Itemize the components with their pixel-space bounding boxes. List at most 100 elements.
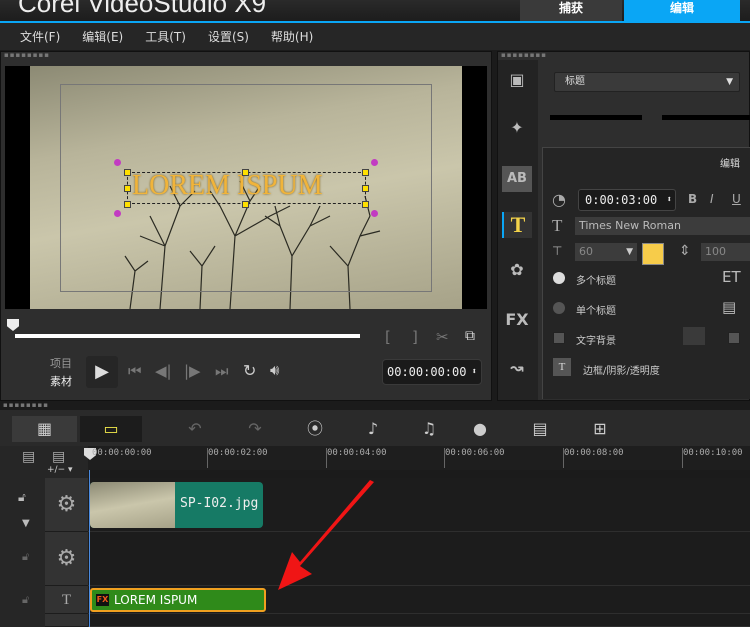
resize-handle[interactable] [124,185,131,192]
menu-settings[interactable]: 设置(S) [208,28,249,45]
title-clip[interactable]: FX LOREM ISPUM [90,588,266,612]
preview-title-text[interactable]: LOREM ISPUM [132,170,323,202]
mark-out-icon[interactable]: ] [412,328,418,346]
resize-handle[interactable] [242,169,249,176]
resize-handle[interactable] [124,201,131,208]
timeline-ruler[interactable] [88,446,750,470]
resize-handle[interactable] [362,169,369,176]
text-direction-icon[interactable]: ET [722,268,741,286]
duration-field[interactable]: 0:00:03:00 ⬍ [578,189,676,211]
underline-button[interactable]: U [732,192,741,206]
timeline-view-icon[interactable]: ▭ [80,416,142,442]
redo-icon[interactable]: ↷ [240,416,270,442]
resize-handle[interactable] [124,169,131,176]
home-icon[interactable]: ⏮ [128,362,142,380]
ruler-tick [563,448,564,468]
divider [550,115,642,120]
align-icon[interactable]: ▤ [722,298,736,316]
chevron-down-icon: ▼ [726,77,733,87]
collapse-icon[interactable]: ▼ [22,518,30,529]
graphic-icon[interactable]: ✿ [502,260,532,286]
scrubber-bar[interactable] [15,334,360,338]
font-size-select[interactable]: 60 ▼ [575,243,637,261]
add-chapter-icon[interactable]: ▤ [52,449,65,465]
ruler-tick [682,448,683,468]
menu-bar: 文件(F) 编辑(E) 工具(T) 设置(S) 帮助(H) [0,23,750,50]
lock-icon[interactable]: 🔓︎ [18,490,26,505]
menu-file[interactable]: 文件(F) [20,28,60,45]
timecode-field[interactable]: 00:00:00:00 ⬍ [382,359,482,385]
ruler-label: 00:00:08:00 [564,448,624,458]
option-checkbox[interactable] [728,332,740,344]
lock-icon[interactable]: 🔓︎ [22,550,29,564]
repeat-icon[interactable]: ↻ [243,361,256,380]
volume-icon[interactable]: 🔊︎ [270,361,279,379]
multi-title-radio[interactable] [553,272,565,284]
auto-music-icon[interactable]: ♫ [414,416,444,442]
rotate-handle[interactable] [371,159,378,166]
font-color-swatch[interactable] [642,243,664,265]
menu-tools[interactable]: 工具(T) [145,28,186,45]
mode-clip[interactable]: 素材 [50,373,72,389]
storyboard-view-icon[interactable]: ▦ [12,416,77,442]
subtitle-editor-icon[interactable]: ▤ [525,416,555,442]
single-title-radio[interactable] [553,302,565,314]
resize-handle[interactable] [242,201,249,208]
add-remove-track[interactable]: +/− ▾ [47,465,73,475]
mode-project[interactable]: 项目 [50,355,72,371]
resize-handle[interactable] [362,185,369,192]
scissors-icon[interactable]: ✂ [436,328,449,346]
menu-edit[interactable]: 编辑(E) [82,28,123,45]
spinner-icon[interactable]: ⬍ [667,190,672,210]
tab-capture[interactable]: 捕获 [520,0,622,21]
path-icon[interactable]: ↝ [502,358,532,384]
resize-handle[interactable] [362,201,369,208]
background-options-icon[interactable] [683,327,705,345]
title-icon[interactable]: T [502,212,532,238]
undo-icon[interactable]: ↶ [180,416,210,442]
sound-mixer-icon[interactable]: ♪ [358,416,388,442]
text-background-checkbox[interactable] [553,332,565,344]
end-icon[interactable]: ⏭ [215,362,229,380]
multi-camera-icon[interactable]: ⊞ [585,416,615,442]
spinner-icon[interactable]: ⬍ [472,360,477,384]
line-spacing-select[interactable]: 100 [701,243,750,261]
rotate-handle[interactable] [114,210,121,217]
voice-track[interactable] [88,614,750,627]
panel-grip[interactable]: ▪▪▪▪▪▪▪▪ [1,52,491,60]
previous-frame-icon[interactable]: ◀| [155,362,172,380]
lock-icon[interactable]: 🔓︎ [22,593,29,607]
mark-in-icon[interactable]: [ [385,328,391,346]
ruler-tick [444,448,445,468]
track-manager-icon[interactable]: ▤ [22,449,35,465]
ruler-label: 00:00:00:00 [92,448,152,458]
panel-grip[interactable]: ▪▪▪▪▪▪▪▪ [498,52,749,60]
panel-grip[interactable]: ▪▪▪▪▪▪▪▪ [0,402,750,410]
font-size-value: 60 [579,245,593,258]
rotate-handle[interactable] [114,159,121,166]
edit-tab[interactable]: 编辑 [720,155,740,170]
tab-edit[interactable]: 编辑 [624,0,740,21]
menu-help[interactable]: 帮助(H) [271,28,313,45]
play-button[interactable]: ▶ [86,356,118,388]
record-capture-icon[interactable]: ⦿ [300,416,330,442]
border-shadow-icon[interactable]: T [553,358,571,376]
font-select[interactable]: Times New Roman [575,217,750,235]
bold-button[interactable]: B [688,192,697,206]
next-frame-icon[interactable]: |▶ [184,362,201,380]
overlay-track[interactable] [88,532,750,586]
instant-project-icon[interactable]: ✦ [502,118,532,144]
border-shadow-label[interactable]: 边框/阴影/透明度 [583,362,660,377]
media-icon[interactable]: ▣ [502,70,532,96]
transition-icon[interactable]: AB [502,166,532,192]
divider [662,115,750,120]
motion-tracking-icon[interactable]: ● [465,416,495,442]
library-category-dropdown[interactable]: 标题 ▼ [554,72,740,92]
rotate-handle[interactable] [371,210,378,217]
italic-button[interactable]: I [710,192,714,206]
video-clip[interactable]: SP-I02.jpg [90,482,263,528]
ruler-label: 00:00:10:00 [683,448,743,458]
line-spacing-icon: ⇕ [679,243,691,259]
filter-fx-icon[interactable]: FX [502,310,532,336]
enlarge-preview-icon[interactable]: ⧉ [465,328,475,344]
